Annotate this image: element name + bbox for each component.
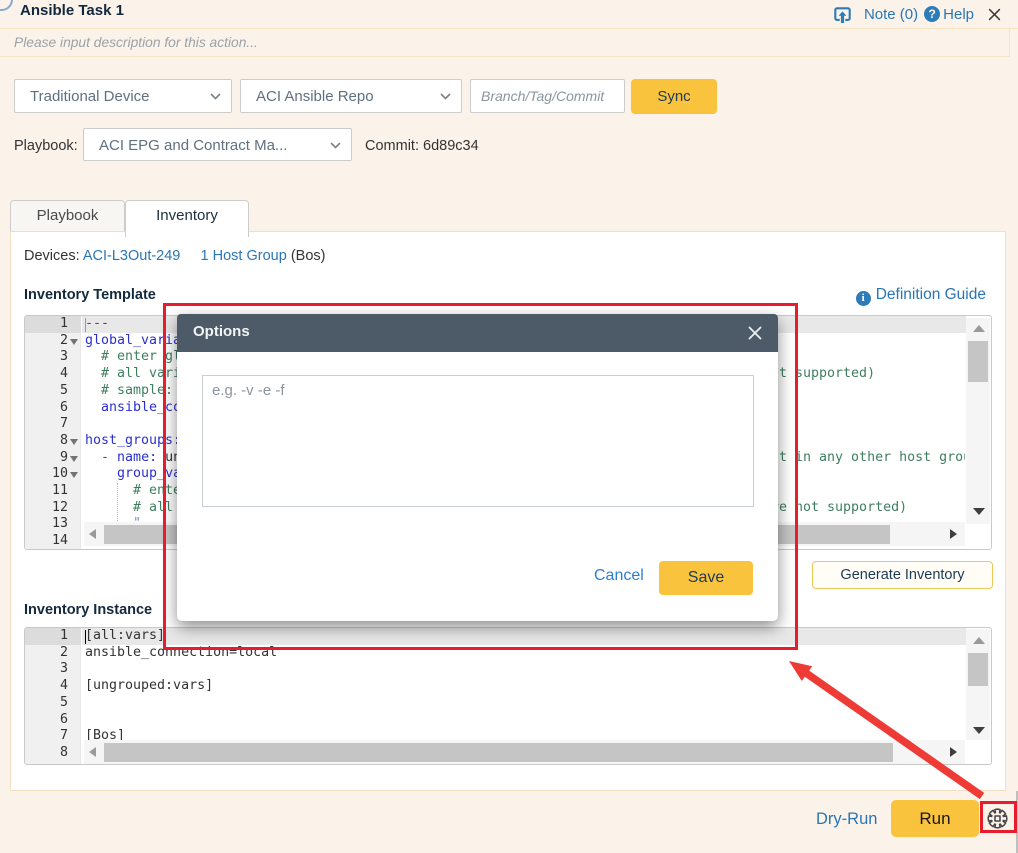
code-line: ansible_connection=local [85,645,277,662]
options-textarea-placeholder: e.g. -v -e -f [212,382,285,399]
code-line-fragment: ot in any other host grou [771,450,965,467]
description-placeholder: Please input description for this action… [14,35,258,50]
editor1-vertical-scrollbar[interactable] [966,318,990,524]
code-line: # sample: [85,383,173,400]
devices-label: Devices: [24,248,80,264]
run-button[interactable]: Run [891,800,979,837]
definition-guide-label: Definition Guide [876,286,986,303]
fold-arrow-icon[interactable] [70,339,78,345]
close-icon[interactable] [988,8,1001,21]
playbook-value: ACI EPG and Contract Ma... [99,137,287,154]
line-number: 10 [25,466,68,483]
code-line: host_groups: [85,433,181,450]
text-cursor [85,318,86,332]
note-link[interactable]: Note (0) [864,6,918,23]
corner-arc-decoration [0,0,13,11]
indent-guide [117,483,118,521]
host-group-link[interactable]: 1 Host Group [201,248,287,264]
line-number: 1 [25,316,68,333]
line-number: 2 [25,645,68,662]
line-number: 2 [25,333,68,350]
code-line: [all:vars] [85,628,165,645]
inventory-template-heading: Inventory Template [24,287,156,303]
help-link[interactable]: Help [943,6,974,23]
playbook-select[interactable]: ACI EPG and Contract Ma... [83,128,352,161]
line-number: 7 [25,728,68,745]
ansible-task-dialog: { "header": { "title": "Ansible Task 1",… [0,0,1018,853]
chevron-down-icon [440,93,451,100]
line-number: 6 [25,712,68,729]
repo-value: ACI Ansible Repo [256,88,374,105]
dry-run-link[interactable]: Dry-Run [816,810,877,829]
modal-close-icon[interactable] [748,326,762,340]
line-number: 8 [25,433,68,450]
line-number: 12 [25,500,68,517]
line-number: 14 [25,533,68,550]
code-line-fragment: ot supported) [771,366,875,383]
line-number: 4 [25,678,68,695]
line-number: 3 [25,661,68,678]
device-link[interactable]: ACI-L3Out-249 [83,248,181,264]
dialog-title: Ansible Task 1 [20,2,124,19]
help-icon[interactable]: ? [924,6,940,22]
line-number: 6 [25,400,68,417]
line-number: 5 [25,383,68,400]
repo-select[interactable]: ACI Ansible Repo [240,79,462,113]
sync-button[interactable]: Sync [631,79,717,114]
branch-placeholder: Branch/Tag/Commit [481,88,604,104]
branch-input[interactable]: Branch/Tag/Commit [470,79,625,113]
line-number: 5 [25,695,68,712]
fold-arrow-icon[interactable] [70,472,78,478]
device-type-value: Traditional Device [30,88,150,105]
chevron-down-icon [330,142,341,149]
fold-arrow-icon[interactable] [70,456,78,462]
code-line-fragment: re not supported) [771,500,907,517]
chevron-down-icon [210,93,221,100]
dialog-header: Ansible Task 1 Note (0) ? Help [0,0,1018,29]
tab-playbook[interactable]: Playbook [10,200,125,231]
definition-guide-link[interactable]: i Definition Guide [856,286,986,306]
commit-text: Commit: 6d89c34 [365,138,479,154]
line-number: 11 [25,483,68,500]
editor2-vertical-scrollbar[interactable] [966,629,990,740]
options-modal-title: Options [193,323,250,340]
line-number: 9 [25,450,68,467]
gear-icon[interactable] [987,808,1008,829]
description-input[interactable]: Please input description for this action… [0,29,1010,57]
line-number: 7 [25,416,68,433]
line-number: 4 [25,366,68,383]
device-type-select[interactable]: Traditional Device [14,79,232,113]
text-cursor [85,630,86,644]
editor2-horizontal-scrollbar[interactable] [84,740,965,764]
options-modal: Options e.g. -v -e -f Cancel Save [177,314,778,621]
tab-inventory[interactable]: Inventory [125,200,249,237]
info-icon: i [856,291,871,306]
options-modal-header: Options [177,314,778,352]
generate-inventory-button[interactable]: Generate Inventory [812,561,993,589]
playbook-label: Playbook: [14,138,78,154]
popout-icon[interactable] [834,7,851,23]
cancel-button[interactable]: Cancel [594,567,644,585]
line-number: 3 [25,349,68,366]
line-number: 1 [25,628,68,645]
inventory-instance-heading: Inventory Instance [24,602,152,618]
code-line: [ungrouped:vars] [85,678,213,695]
devices-row: Devices: ACI-L3Out-249 1 Host Group (Bos… [24,248,325,264]
host-group-suffix: (Bos) [291,248,326,264]
fold-arrow-icon[interactable] [70,439,78,445]
code-line: --- [85,316,109,333]
options-textarea[interactable]: e.g. -v -e -f [202,375,754,507]
save-button[interactable]: Save [659,561,753,595]
line-number: 8 [25,745,68,762]
line-number: 13 [25,516,68,533]
